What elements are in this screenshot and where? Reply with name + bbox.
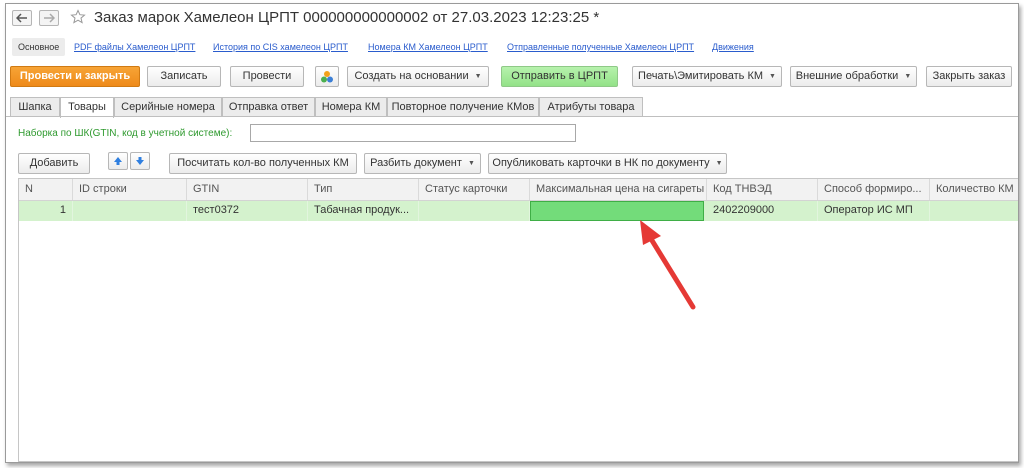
annotation-arrow-icon [640, 220, 696, 310]
document-window: Заказ марок Хамелеон ЦРПТ 00000000000000… [5, 3, 1019, 463]
